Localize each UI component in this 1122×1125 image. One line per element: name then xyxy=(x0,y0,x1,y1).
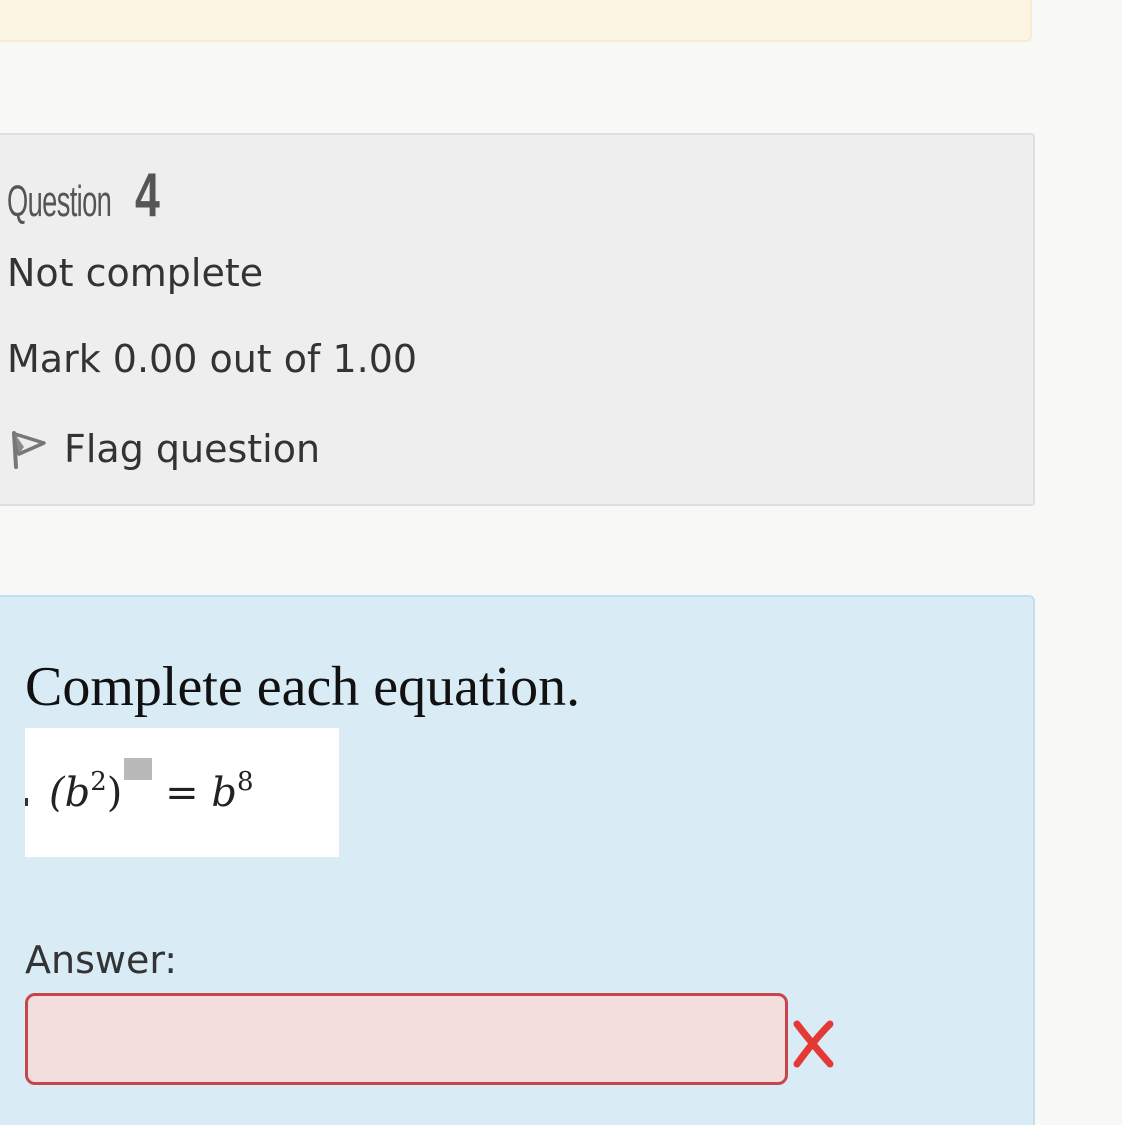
equation-left-close: ) xyxy=(106,770,123,816)
question-state: Not complete xyxy=(7,251,264,295)
flag-question-label: Flag question xyxy=(64,427,321,471)
question-grade: Mark 0.00 out of 1.00 xyxy=(7,337,418,381)
equation-bullet xyxy=(25,798,28,806)
incorrect-x-icon xyxy=(792,1020,834,1068)
answer-input[interactable] xyxy=(25,993,788,1085)
flag-question-link[interactable]: Flag question xyxy=(10,424,320,474)
notice-bar xyxy=(0,0,1032,42)
equation-blank-box xyxy=(124,758,153,780)
answer-label: Answer: xyxy=(25,938,178,982)
equation-image: (b2) = b8 xyxy=(25,728,339,857)
question-label: Question xyxy=(7,177,112,226)
equation-left-open: (b xyxy=(49,770,91,816)
quiz-page: Question 4 Not complete Mark 0.00 out of … xyxy=(0,0,1122,1125)
equation-inner-exponent: 2 xyxy=(90,767,107,797)
equation-text: (b2) = b8 xyxy=(49,758,253,816)
equation-right-exponent: 8 xyxy=(236,767,254,797)
question-prompt: Complete each equation. xyxy=(25,656,581,718)
question-number: 4 xyxy=(135,161,160,230)
equation-right: = b xyxy=(152,770,237,816)
flag-outline-icon xyxy=(10,427,48,471)
question-heading: Question 4 xyxy=(7,160,169,231)
